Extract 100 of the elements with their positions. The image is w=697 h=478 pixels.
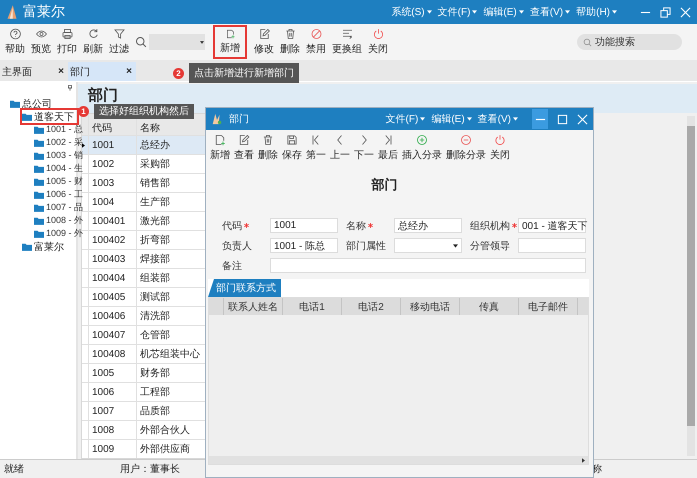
tab[interactable]: 部门联系方式 [208, 279, 281, 297]
field-label: 代码 [222, 218, 270, 232]
minus-circle-icon [460, 134, 472, 146]
menu-item[interactable]: 系统(S) [391, 5, 432, 19]
refresh-icon [86, 28, 100, 40]
menu-item[interactable]: 帮助(H) [576, 5, 617, 19]
toolbar-button[interactable]: 修改 [252, 25, 276, 59]
window-title: 富莱尔 [23, 3, 65, 21]
restore-icon[interactable] [660, 6, 671, 18]
caret-icon [472, 10, 478, 14]
dropdown[interactable]: 001 - 道客天下 [518, 218, 586, 233]
toolbar-button[interactable]: 刷新 [81, 25, 105, 59]
required-icon [244, 223, 249, 228]
grid-row[interactable]: 1001 总经办 [82, 136, 206, 155]
input-field[interactable]: 1001 - 陈总 [270, 238, 338, 253]
tree-item[interactable]: 富莱尔 [22, 240, 67, 253]
filter-icon [112, 28, 126, 40]
arrow-right-icon [582, 458, 585, 462]
logo-icon [6, 3, 18, 21]
input-field[interactable] [270, 258, 586, 273]
plus-circle-icon [416, 134, 428, 146]
tree-item[interactable]: 道客天下 [22, 110, 77, 123]
menu-item[interactable]: 查看(V) [530, 5, 570, 19]
trash-icon [284, 28, 296, 40]
field-label: 组织机构 [470, 218, 518, 232]
caret-icon [612, 10, 617, 14]
toolbar-button[interactable]: 上一 [328, 134, 352, 164]
toolbar-button[interactable]: 最后 [376, 134, 400, 164]
toolbar-button[interactable]: 新增 [213, 25, 247, 59]
menu-item[interactable]: 编辑(E) [431, 112, 472, 126]
save-icon [286, 134, 298, 146]
page-title: 部门 [88, 86, 118, 105]
search-icon [583, 38, 592, 47]
toolbar-button[interactable]: 保存 [280, 134, 304, 164]
power-icon [494, 134, 506, 146]
menu-item[interactable]: 编辑(E) [483, 5, 524, 19]
toolbar-button[interactable]: 打印 [55, 25, 79, 59]
minimize-button[interactable] [532, 109, 548, 129]
toolbar-button[interactable]: 删除 [278, 25, 302, 59]
scrollbar[interactable] [209, 456, 588, 464]
input-field[interactable]: 总经办 [394, 218, 462, 233]
help-icon [8, 28, 22, 40]
close-icon[interactable] [577, 114, 588, 124]
scrollbar[interactable] [687, 116, 695, 456]
caret-icon [565, 10, 570, 14]
search-field[interactable]: 功能搜索 [577, 34, 682, 50]
row-pointer-icon [82, 142, 85, 148]
toolbar-button[interactable]: 预览 [29, 25, 53, 59]
close-icon[interactable] [680, 6, 691, 18]
maximize-icon[interactable] [557, 114, 568, 124]
input-field[interactable] [518, 238, 586, 253]
pencil-icon [238, 134, 250, 146]
column-header[interactable]: 传真 [460, 298, 519, 315]
toolbar-button[interactable]: 禁用 [304, 25, 328, 59]
toolbar-button[interactable]: 第一 [304, 134, 328, 164]
caret-icon [420, 117, 426, 121]
pencil-icon [258, 28, 270, 40]
caret-icon [200, 41, 204, 44]
column-header[interactable]: 电话2 [342, 298, 401, 315]
column-header[interactable]: 电话1 [283, 298, 342, 315]
search-icon [135, 36, 147, 48]
form-heading: 部门 [372, 176, 398, 194]
toolbar-button[interactable]: 过滤 [107, 25, 131, 59]
input-field[interactable]: 1001 [270, 218, 338, 233]
menu-item[interactable]: 文件(F) [438, 5, 478, 19]
toolbar-button[interactable]: 更换组 [330, 25, 364, 59]
toolbar-button[interactable]: 查看 [232, 134, 256, 164]
required-icon [512, 223, 517, 228]
tree-item[interactable]: 1001 - 总 [34, 123, 86, 136]
add-document-icon [214, 134, 226, 146]
toolbar-button[interactable]: 下一 [352, 134, 376, 164]
caret-icon [518, 10, 524, 14]
toolbar-button[interactable]: 帮助 [3, 25, 27, 59]
pin-icon[interactable] [68, 85, 72, 91]
field-label: 部门属性 [346, 240, 387, 252]
caret-icon [426, 10, 432, 14]
column-header[interactable]: 移动电话 [401, 298, 460, 315]
menu-item[interactable]: 查看(V) [478, 112, 518, 126]
trash-icon [262, 134, 274, 146]
toolbar-button[interactable]: 插入分录 [400, 134, 444, 164]
toolbar-button[interactable]: 关闭 [366, 25, 390, 59]
caret-icon [453, 244, 458, 248]
toolbar-button[interactable]: 删除分录 [444, 134, 488, 164]
column-header[interactable]: 电子邮件 [519, 298, 578, 315]
column-header[interactable]: 联系人姓名 [224, 298, 283, 315]
field-label: 负责人 [222, 240, 253, 252]
caret-icon [513, 117, 518, 121]
tab[interactable]: 部门 × [68, 62, 136, 81]
user-text: 用户：董事长 [120, 462, 180, 476]
eye-icon [34, 28, 48, 40]
ban-icon [310, 28, 322, 40]
toolbar-button[interactable]: 关闭 [488, 134, 512, 164]
toolbar-button[interactable]: 删除 [256, 134, 280, 164]
field-label: 备注 [222, 260, 243, 272]
dialog-title: 部门 [229, 112, 249, 126]
toolbar-button[interactable]: 新增 [208, 134, 232, 164]
field-label: 分管领导 [470, 240, 511, 252]
tab[interactable]: 主界面 × [0, 62, 68, 81]
list-icon [340, 28, 354, 40]
menu-item[interactable]: 文件(F) [386, 112, 426, 126]
